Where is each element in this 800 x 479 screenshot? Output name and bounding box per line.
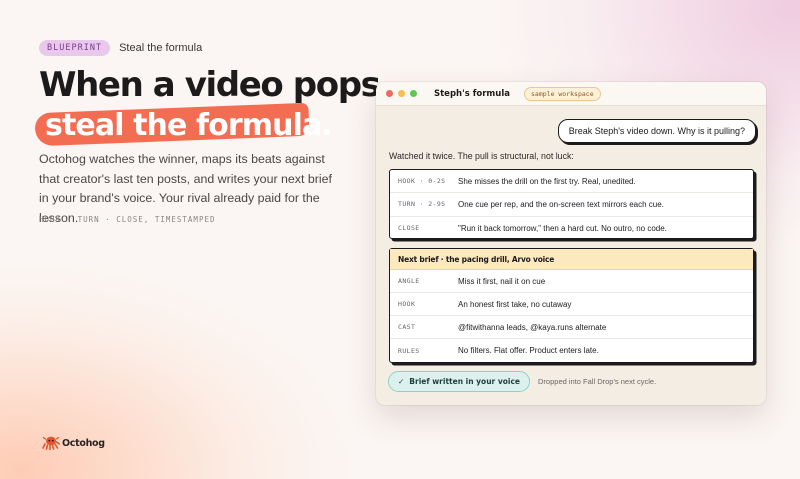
brief-value: @fitwithanna leads, @kaya.runs alternate [458,322,607,332]
check-icon: ✓ [398,377,405,386]
brief-value: No filters. Flat offer. Product enters l… [458,346,599,355]
brief-row: CAST @fitwithanna leads, @kaya.runs alte… [390,316,753,339]
window-title: Steph's formula [434,88,510,99]
beat-key: HOOK · 0-2S [398,177,446,186]
beat-row: CLOSE "Run it back tomorrow," then a har… [390,217,753,240]
workspace-badge: sample workspace [524,86,601,101]
brief-card: Next brief · the pacing drill, Arvo voic… [389,248,754,363]
headline-highlight: steal the formula. [34,102,333,147]
headline-line-2: steal the formula. [45,108,333,143]
octopus-logo-icon [42,436,60,450]
brief-header: Next brief · the pacing drill, Arvo voic… [390,249,753,270]
brief-key: HOOK [398,300,416,308]
window-minimize-button[interactable] [398,90,405,97]
hero-tagline: HOOK · TURN · CLOSE, TIMESTAMPED [39,215,216,224]
brief-key: RULES [398,346,420,355]
status-row: ✓ Brief written in your voice Dropped in… [388,371,656,392]
beat-row: HOOK · 0-2S She misses the drill on the … [390,170,753,194]
eyebrow-text: Steal the formula [119,42,203,54]
status-note: Dropped into Fall Drop's next cycle. [538,377,657,386]
brief-value: An honest first take, no cutaway [458,299,572,309]
app-window: Steph's formula sample workspace Break S… [376,82,766,405]
eyebrow: BLUEPRINT Steal the formula [39,40,202,56]
brief-written-button[interactable]: ✓ Brief written in your voice [388,371,531,392]
beats-card: HOOK · 0-2S She misses the drill on the … [389,169,754,239]
blueprint-badge: BLUEPRINT [39,40,111,56]
brief-row: RULES No filters. Flat offer. Product en… [390,339,753,362]
brief-row: HOOK An honest first take, no cutaway [390,293,753,316]
hero-headline: When a video pops, steal the formula. [34,65,392,147]
beat-key: CLOSE [398,224,420,233]
beat-key: TURN · 2-9S [398,200,446,209]
brief-row: ANGLE Miss it first, nail it on cue [390,270,753,293]
brief-key: CAST [398,323,416,331]
window-maximize-button[interactable] [410,90,417,97]
beat-row: TURN · 2-9S One cue per rep, and the on-… [390,193,753,217]
user-message-bubble: Break Steph's video down. Why is it pull… [557,119,756,143]
window-titlebar: Steph's formula sample workspace [376,82,766,106]
headline-line-1: When a video pops, [39,65,392,105]
assistant-reply-intro: Watched it twice. The pull is structural… [389,151,574,161]
beat-value: "Run it back tomorrow," then a hard cut.… [458,223,667,233]
beat-value: One cue per rep, and the on-screen text … [458,199,664,209]
status-label: Brief written in your voice [409,377,521,386]
brand-logo[interactable]: Octohog [42,436,105,450]
brief-value: Miss it first, nail it on cue [458,276,546,286]
beat-value: She misses the drill on the first try. R… [458,176,636,186]
window-close-button[interactable] [386,90,393,97]
brand-name: Octohog [62,437,105,449]
brief-key: ANGLE [398,277,420,285]
